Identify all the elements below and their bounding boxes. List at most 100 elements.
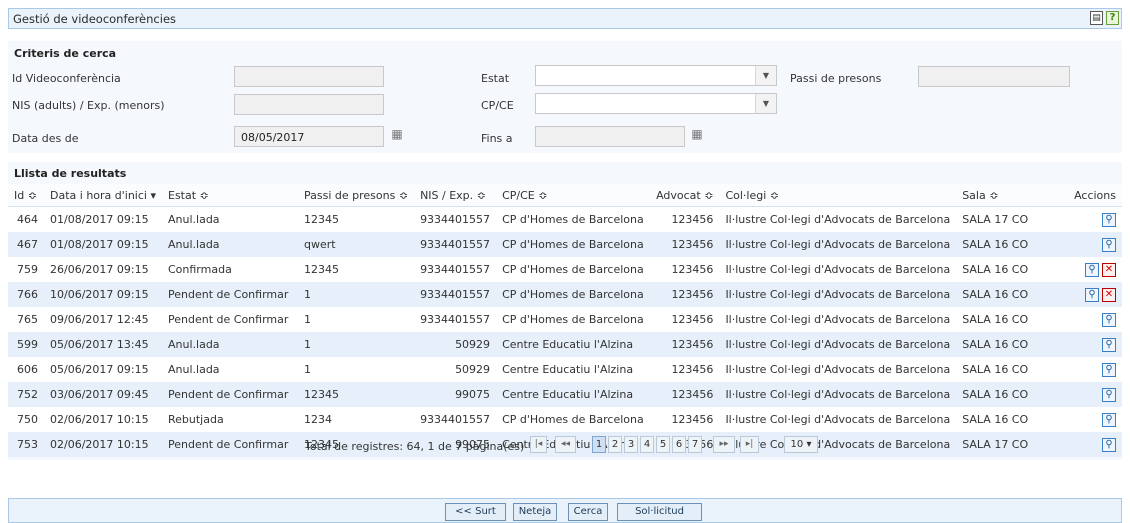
table-row[interactable]: 752 03/06/2017 09:45 Pendent de Confirmar 1…	[8, 382, 1122, 407]
cell-date: 10/06/2017 09:15	[44, 282, 162, 307]
clear-button[interactable]: Neteja	[513, 503, 557, 521]
page-button-1[interactable]: 1	[592, 436, 606, 453]
total-records: Total de registres: 64, 1 de 7 pàgina(es…	[305, 440, 525, 453]
cell-estat: Anul.lada	[162, 332, 298, 357]
cell-id: 766	[8, 282, 44, 307]
estat-select[interactable]: ▼	[535, 65, 777, 86]
col-date-header[interactable]: Data i hora d'inici ▾	[44, 184, 162, 207]
search-button[interactable]: Cerca	[568, 503, 608, 521]
col-cpce-header[interactable]: CP/CE ≎	[496, 184, 651, 207]
cell-passi: 12345	[298, 382, 415, 407]
help-icon[interactable]: ?	[1106, 11, 1119, 25]
view-icon[interactable]: ⚲	[1102, 412, 1116, 427]
table-row[interactable]: 599 05/06/2017 13:45 Anul.lada 1 50929 Centre…	[8, 332, 1122, 357]
next-page-button[interactable]: ▸▸	[713, 436, 735, 453]
cell-passi: 12345	[298, 206, 415, 232]
col-nis-header[interactable]: NIS / Exp. ≎	[414, 184, 497, 207]
view-icon[interactable]: ⚲	[1102, 237, 1116, 252]
cell-id: 765	[8, 307, 44, 332]
cell-id: 752	[8, 382, 44, 407]
page-size-value: 10	[790, 439, 804, 450]
date-to-input[interactable]	[535, 126, 685, 147]
cell-sala: SALA 16 CO	[956, 332, 1037, 357]
view-icon[interactable]: ⚲	[1085, 287, 1099, 302]
table-row[interactable]: 766 10/06/2017 09:15 Pendent de Confirmar 1…	[8, 282, 1122, 307]
cell-collegi: Il·lustre Col·legi d'Advocats de Barcelo…	[719, 382, 957, 407]
delete-icon[interactable]: ✕	[1102, 287, 1116, 302]
date-to-label: Fins a	[481, 132, 513, 145]
table-row[interactable]: 606 05/06/2017 09:15 Anul.lada 1 50929 Centre…	[8, 357, 1122, 382]
calendar-icon[interactable]: ▦	[690, 127, 704, 141]
request-button[interactable]: Sol·licitud	[617, 503, 702, 521]
view-icon[interactable]: ⚲	[1102, 312, 1116, 327]
cell-nis: 9334401557	[414, 407, 497, 432]
view-icon[interactable]: ⚲	[1102, 362, 1116, 377]
table-row[interactable]: 759 26/06/2017 09:15 Confirmada 12345 933440…	[8, 257, 1122, 282]
view-icon[interactable]: ⚲	[1102, 337, 1116, 352]
page-button-7[interactable]: 7	[688, 436, 702, 453]
cell-sala: SALA 16 CO	[956, 282, 1037, 307]
col-id-header[interactable]: Id ≎	[8, 184, 44, 207]
cell-advocat: 123456	[650, 357, 720, 382]
search-criteria-panel: Criteris de cerca Id Videoconferència Es…	[8, 41, 1122, 153]
col-accions-header: Accions	[1036, 184, 1122, 207]
print-icon[interactable]: ▤	[1090, 11, 1103, 25]
chevron-down-icon: ▾	[806, 439, 812, 450]
cell-sala: SALA 17 CO	[956, 206, 1037, 232]
cell-estat: Pendent de Confirmar	[162, 382, 298, 407]
cell-estat: Anul.lada	[162, 232, 298, 257]
results-title: Llista de resultats	[14, 167, 127, 180]
nis-input[interactable]	[234, 94, 384, 115]
cell-sala: SALA 16 CO	[956, 257, 1037, 282]
page-button-6[interactable]: 6	[672, 436, 686, 453]
delete-icon[interactable]: ✕	[1102, 262, 1116, 277]
back-button[interactable]: << Surt	[445, 503, 506, 521]
cell-cpce: CP d'Homes de Barcelona	[496, 307, 651, 332]
page-button-4[interactable]: 4	[640, 436, 654, 453]
table-row[interactable]: 464 01/08/2017 09:15 Anul.lada 12345 9334401…	[8, 206, 1122, 232]
cell-nis: 9334401557	[414, 307, 497, 332]
pagination: Total de registres: 64, 1 de 7 pàgina(es…	[8, 432, 1122, 458]
cell-collegi: Il·lustre Col·legi d'Advocats de Barcelo…	[719, 257, 957, 282]
chevron-down-icon: ▼	[755, 94, 776, 113]
cell-collegi: Il·lustre Col·legi d'Advocats de Barcelo…	[719, 357, 957, 382]
page-button-2[interactable]: 2	[608, 436, 622, 453]
cell-passi: 1	[298, 332, 415, 357]
cell-date: 02/06/2017 10:15	[44, 407, 162, 432]
view-icon[interactable]: ⚲	[1102, 387, 1116, 402]
view-icon[interactable]: ⚲	[1102, 212, 1116, 227]
chevron-down-icon: ▼	[755, 66, 776, 85]
table-header-row: Id ≎ Data i hora d'inici ▾ Estat ≎ Passi…	[8, 184, 1122, 207]
cell-nis: 9334401557	[414, 232, 497, 257]
table-row[interactable]: 765 09/06/2017 12:45 Pendent de Confirmar 1…	[8, 307, 1122, 332]
cell-collegi: Il·lustre Col·legi d'Advocats de Barcelo…	[719, 332, 957, 357]
col-passi-header[interactable]: Passi de presons ≎	[298, 184, 415, 207]
table-row[interactable]: 467 01/08/2017 09:15 Anul.lada qwert 9334401…	[8, 232, 1122, 257]
cell-passi: 1	[298, 282, 415, 307]
cell-date: 09/06/2017 12:45	[44, 307, 162, 332]
table-row[interactable]: 750 02/06/2017 10:15 Rebutjada 1234 93344015…	[8, 407, 1122, 432]
col-sala-header[interactable]: Sala ≎	[956, 184, 1037, 207]
cell-id: 759	[8, 257, 44, 282]
col-advocat-header[interactable]: Advocat ≎	[650, 184, 720, 207]
first-page-button[interactable]: |◂	[530, 436, 547, 453]
date-from-input[interactable]: 08/05/2017	[234, 126, 384, 147]
passi-input[interactable]	[918, 66, 1070, 87]
results-table: Id ≎ Data i hora d'inici ▾ Estat ≎ Passi…	[8, 184, 1122, 457]
col-estat-header[interactable]: Estat ≎	[162, 184, 298, 207]
date-from-label: Data des de	[12, 132, 79, 145]
col-collegi-header[interactable]: Col·legi ≎	[719, 184, 957, 207]
prev-page-button[interactable]: ◂◂	[555, 436, 576, 453]
cpce-select[interactable]: ▼	[535, 93, 777, 114]
page-button-5[interactable]: 5	[656, 436, 670, 453]
cell-cpce: CP d'Homes de Barcelona	[496, 232, 651, 257]
row-actions: ⚲	[1036, 332, 1122, 357]
calendar-icon[interactable]: ▦	[390, 127, 404, 141]
last-page-button[interactable]: ▸|	[740, 436, 759, 453]
row-actions: ⚲	[1036, 206, 1122, 232]
view-icon[interactable]: ⚲	[1085, 262, 1099, 277]
id-input[interactable]	[234, 66, 384, 87]
page-button-3[interactable]: 3	[624, 436, 638, 453]
page-size-select[interactable]: 10 ▾	[784, 436, 818, 453]
cell-date: 05/06/2017 09:15	[44, 357, 162, 382]
